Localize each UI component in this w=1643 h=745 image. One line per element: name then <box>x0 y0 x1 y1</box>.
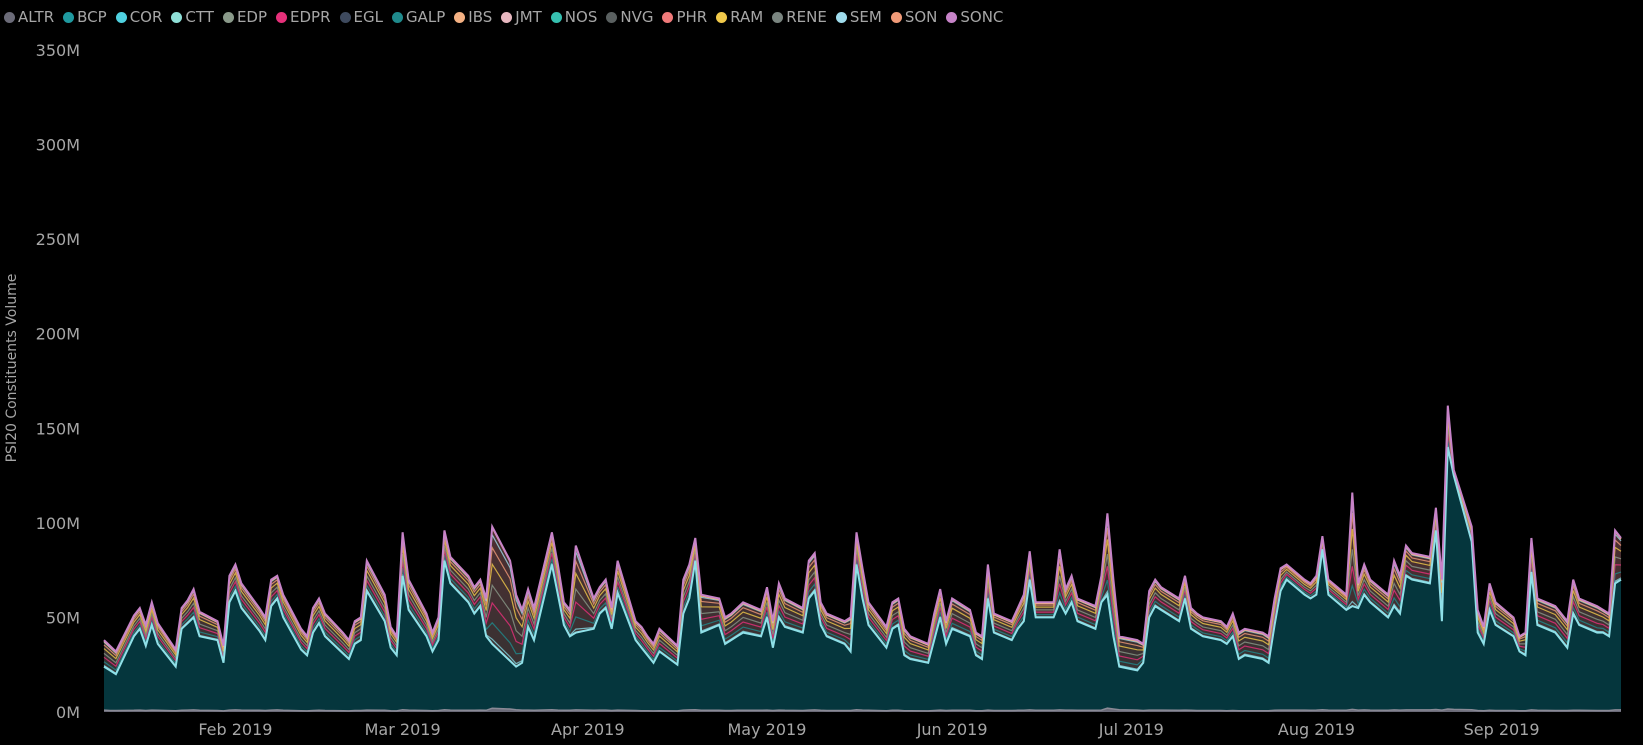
x-tick-label: Aug 2019 <box>1278 720 1355 739</box>
y-tick-label: 150M <box>36 419 80 438</box>
y-axis: 0M 50M 100M 150M 200M 250M 300M 350M <box>36 41 80 722</box>
y-tick-label: 0M <box>56 703 80 722</box>
x-tick-label: Jun 2019 <box>916 720 988 739</box>
x-tick-label: Jul 2019 <box>1098 720 1164 739</box>
x-tick-label: Feb 2019 <box>198 720 272 739</box>
x-tick-label: May 2019 <box>728 720 807 739</box>
plot-area <box>103 405 1622 712</box>
y-tick-label: 200M <box>36 325 80 344</box>
y-tick-label: 300M <box>36 136 80 155</box>
x-tick-label: Mar 2019 <box>365 720 441 739</box>
y-tick-label: 350M <box>36 41 80 60</box>
x-axis: Feb 2019 Mar 2019 Apr 2019 May 2019 Jun 2019… <box>198 720 1539 739</box>
stacked-area-chart: 0M 50M 100M 150M 200M 250M 300M 350M Feb 2019 Ma… <box>36 41 1622 739</box>
y-tick-label: 250M <box>36 230 80 249</box>
y-tick-label: 50M <box>46 608 80 627</box>
x-tick-label: Sep 2019 <box>1464 720 1540 739</box>
x-tick-label: Apr 2019 <box>551 720 624 739</box>
y-tick-label: 100M <box>36 514 80 533</box>
